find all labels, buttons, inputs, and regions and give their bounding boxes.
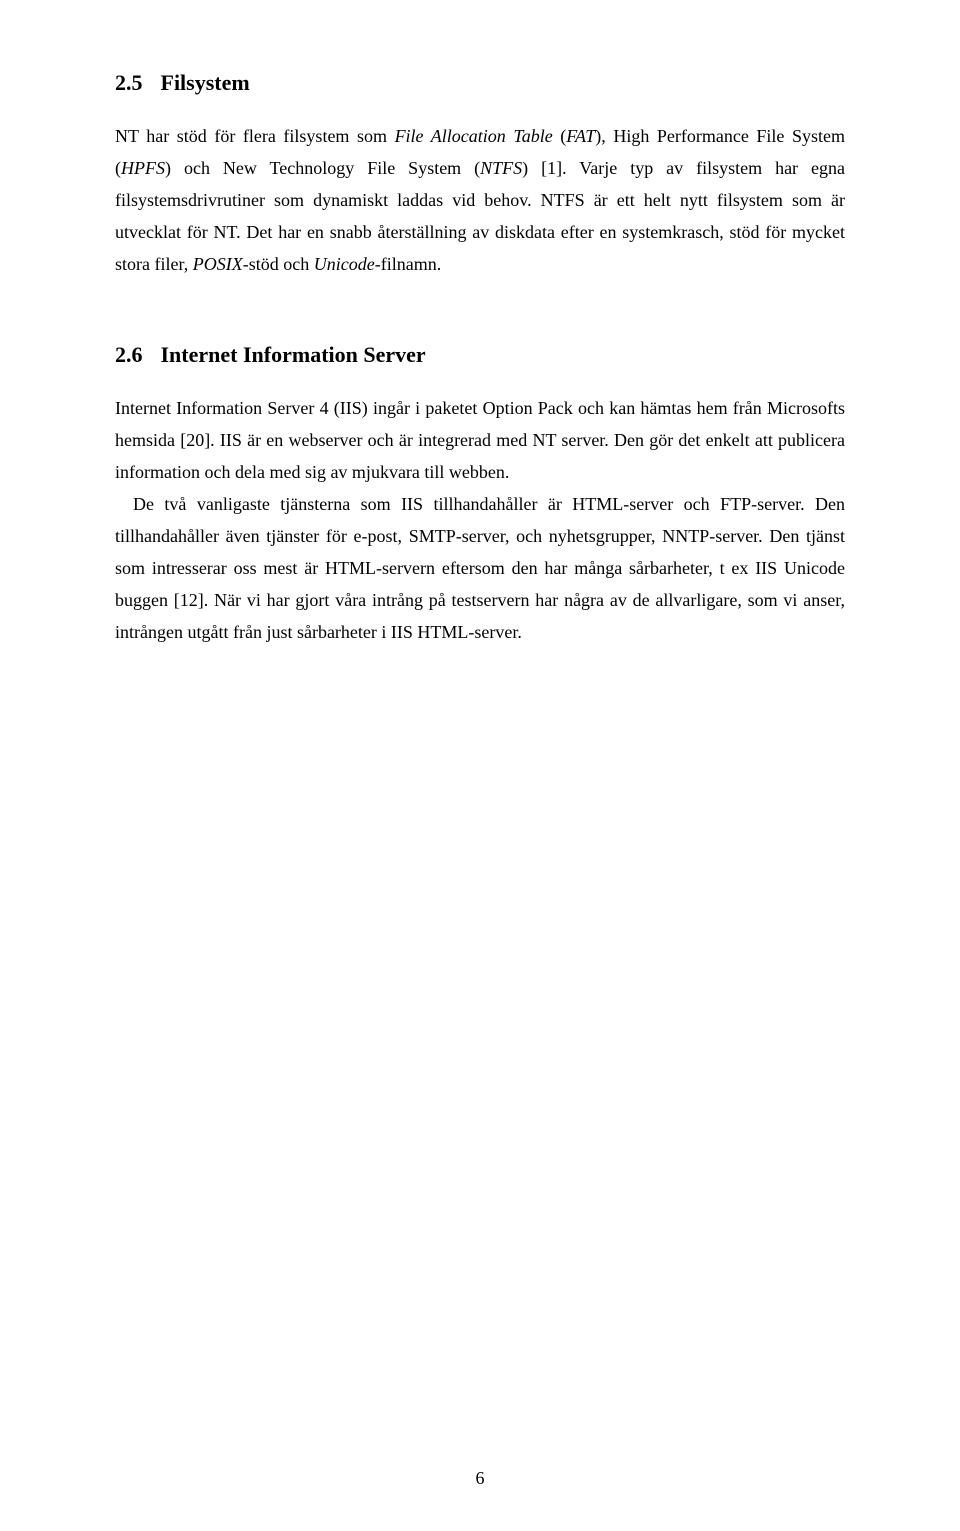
italic-text: POSIX (193, 254, 243, 274)
italic-text: FAT (566, 126, 595, 146)
section-iis: 2.6 Internet Information Server Internet … (115, 342, 845, 648)
section-number: 2.5 (115, 70, 143, 96)
italic-text: NTFS (480, 158, 522, 178)
text: -stöd och (243, 254, 314, 274)
section-heading-2-6: 2.6 Internet Information Server (115, 342, 845, 368)
section2-paragraph-1: Internet Information Server 4 (IIS) ingå… (115, 392, 845, 488)
section-filsystem: 2.5 Filsystem NT har stöd för flera filsy… (115, 70, 845, 280)
text: ) och New Technology File System ( (165, 158, 480, 178)
section1-paragraph: NT har stöd för flera filsystem som File… (115, 120, 845, 280)
text: -filnamn. (375, 254, 441, 274)
text: ( (553, 126, 567, 146)
section-heading-2-5: 2.5 Filsystem (115, 70, 845, 96)
page-number: 6 (0, 1468, 960, 1489)
section-title: Filsystem (161, 70, 250, 95)
section2-paragraph-2: De två vanligaste tjänsterna som IIS til… (115, 488, 845, 648)
section-title: Internet Information Server (161, 342, 426, 367)
italic-text: Unicode (314, 254, 375, 274)
text: NT har stöd för flera filsystem som (115, 126, 395, 146)
italic-text: HPFS (121, 158, 165, 178)
section-number: 2.6 (115, 342, 143, 368)
italic-text: File Allocation Table (395, 126, 553, 146)
